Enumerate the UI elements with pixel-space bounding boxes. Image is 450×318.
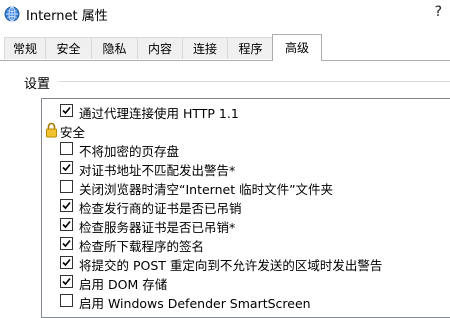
setting-label: 启用 DOM 存储 xyxy=(79,277,168,292)
tab-general[interactable]: 常规 xyxy=(4,37,46,59)
checkmark-icon xyxy=(62,106,71,115)
setting-enable-dom-storage[interactable]: 启用 DOM 存储 xyxy=(42,273,450,292)
setting-check-publisher-revocation[interactable]: 检查发行商的证书是否已吊销 xyxy=(42,197,450,216)
tab-connections[interactable]: 连接 xyxy=(182,37,228,59)
checkbox[interactable] xyxy=(60,104,73,117)
tab-privacy[interactable]: 隐私 xyxy=(91,37,138,59)
setting-http11-proxy[interactable]: 通过代理连接使用 HTTP 1.1 xyxy=(42,102,450,121)
setting-enable-smartscreen[interactable]: 启用 Windows Defender SmartScreen xyxy=(42,292,450,311)
lock-icon xyxy=(46,122,57,138)
setting-label: 将提交的 POST 重定向到不允许发送的区域时发出警告 xyxy=(79,258,383,273)
checkmark-icon xyxy=(62,277,71,286)
checkbox[interactable] xyxy=(60,294,73,307)
category-security: 安全 xyxy=(42,121,450,140)
tab-programs[interactable]: 程序 xyxy=(227,37,274,59)
checkbox[interactable] xyxy=(60,142,73,155)
checkbox[interactable] xyxy=(60,218,73,231)
settings-group-line xyxy=(58,81,450,82)
setting-check-download-signatures[interactable]: 检查所下载程序的签名 xyxy=(42,235,450,254)
settings-group-label: 设置 xyxy=(24,77,51,92)
setting-cert-mismatch-warning[interactable]: 对证书地址不匹配发出警告* xyxy=(42,159,450,178)
checkbox[interactable] xyxy=(60,256,73,269)
checkmark-icon xyxy=(62,239,71,248)
setting-label: 关闭浏览器时清空“Internet 临时文件”文件夹 xyxy=(79,182,334,197)
title-bar: Internet 属性 ? xyxy=(0,0,450,28)
checkmark-icon xyxy=(62,258,71,267)
setting-no-save-encrypted[interactable]: 不将加密的页存盘 xyxy=(42,140,450,159)
setting-label: 不将加密的页存盘 xyxy=(79,144,180,159)
settings-list[interactable]: 通过代理连接使用 HTTP 1.1 安全 不将加密的页存盘 对证书地址不匹配发出… xyxy=(41,98,450,318)
tab-advanced[interactable]: 高级 xyxy=(272,34,322,61)
setting-empty-temp-folder[interactable]: 关闭浏览器时清空“Internet 临时文件”文件夹 xyxy=(42,178,450,197)
setting-check-server-revocation[interactable]: 检查服务器证书是否已吊销* xyxy=(42,216,450,235)
checkbox[interactable] xyxy=(60,199,73,212)
checkbox[interactable] xyxy=(60,275,73,288)
checkmark-icon xyxy=(62,163,71,172)
help-button[interactable]: ? xyxy=(435,4,442,20)
checkbox[interactable] xyxy=(60,161,73,174)
setting-label: 检查服务器证书是否已吊销* xyxy=(79,220,236,235)
checkmark-icon xyxy=(62,220,71,229)
setting-label: 启用 Windows Defender SmartScreen xyxy=(79,296,311,311)
setting-label: 检查所下载程序的签名 xyxy=(79,239,205,254)
tab-content[interactable]: 内容 xyxy=(137,37,183,59)
setting-post-redirect-warning[interactable]: 将提交的 POST 重定向到不允许发送的区域时发出警告 xyxy=(42,254,450,273)
checkmark-icon xyxy=(62,201,71,210)
tab-security[interactable]: 安全 xyxy=(45,37,92,59)
checkbox[interactable] xyxy=(60,180,73,193)
setting-label: 通过代理连接使用 HTTP 1.1 xyxy=(79,106,239,121)
category-label: 安全 xyxy=(60,125,86,140)
window-title: Internet 属性 xyxy=(26,9,108,24)
advanced-pane: 设置 通过代理连接使用 HTTP 1.1 安全 不将加密的页存盘 对证书地址不匹… xyxy=(0,61,450,318)
internet-options-icon xyxy=(4,6,20,22)
setting-label: 检查发行商的证书是否已吊销 xyxy=(79,201,242,216)
setting-label: 对证书地址不匹配发出警告* xyxy=(79,163,236,178)
tab-strip: 常规 安全 隐私 内容 连接 程序 高级 xyxy=(0,34,450,61)
checkbox[interactable] xyxy=(60,237,73,250)
